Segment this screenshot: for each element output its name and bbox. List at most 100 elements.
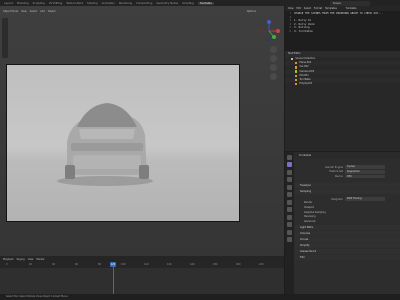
outliner-rows: Scene Collection Plane.001 Car.002 Camera.0… xyxy=(285,57,400,86)
frame-tick: 100 xyxy=(121,263,126,266)
modifier-tab-icon[interactable] xyxy=(287,207,292,212)
device-select[interactable]: CPU xyxy=(345,174,385,179)
timeline-menu-item[interactable]: Playback xyxy=(3,258,14,261)
film-panel[interactable]: Film xyxy=(295,255,400,261)
integrator-select[interactable]: Path Tracing xyxy=(345,197,385,201)
text-editor-menu-item[interactable]: Templates xyxy=(325,7,337,10)
viewport-menu-item[interactable]: Add xyxy=(40,10,45,13)
simplify-panel[interactable]: Simplify xyxy=(295,243,400,249)
physics-tab-icon[interactable] xyxy=(287,214,292,220)
frame-tick: 180 xyxy=(213,263,218,266)
frame-tick: 220 xyxy=(259,263,264,266)
render-tab-icon[interactable] xyxy=(287,162,292,167)
timeline-menu-item[interactable]: View xyxy=(28,258,34,261)
car-render xyxy=(57,103,153,186)
frame-tick: 140 xyxy=(167,263,172,266)
collection-icon xyxy=(291,57,294,61)
data-tab-icon[interactable] xyxy=(287,229,292,235)
view-layer-tab-icon[interactable] xyxy=(287,177,292,182)
viewport-menu-item[interactable]: View xyxy=(21,10,27,13)
render-engine-select[interactable]: Cycles xyxy=(345,165,385,170)
zoom-icon[interactable] xyxy=(270,46,277,53)
text-file-name[interactable]: Turntable xyxy=(346,7,357,10)
workspace-tab[interactable]: Animation xyxy=(102,2,115,5)
freestyle-panel[interactable]: Freestyle xyxy=(295,182,400,188)
scene-tab-icon[interactable] xyxy=(287,184,292,190)
text-editor-menu-item[interactable]: Edit xyxy=(296,7,300,10)
line-number: 6 xyxy=(289,29,291,33)
world-tab-icon[interactable] xyxy=(287,192,292,197)
text-editor-menu-item[interactable]: Format xyxy=(314,7,322,10)
workspace-tab[interactable]: Modeling xyxy=(17,2,29,5)
object-icon xyxy=(295,66,298,69)
viewport-nav-icons xyxy=(270,46,280,82)
advanced-subpanel[interactable]: Advanced xyxy=(295,220,400,225)
frame-tick: 80 xyxy=(98,263,102,266)
text-editor[interactable]: View Edit Select Format Templates Turntable 1… xyxy=(285,6,400,50)
scene-title: Turntable xyxy=(295,152,400,159)
timeline-tracks[interactable] xyxy=(0,268,284,294)
properties-editor[interactable]: Turntable Render Engine Cycles Feature S… xyxy=(285,152,400,294)
workspace-tab[interactable]: Sculpting xyxy=(33,2,45,5)
outliner-row-label: Empty.003 xyxy=(299,82,313,86)
outliner-row[interactable]: Empty.003 xyxy=(285,82,400,86)
properties-tabs xyxy=(285,152,294,294)
object-icon xyxy=(295,78,298,82)
workspace-tab[interactable]: Turntable xyxy=(197,1,214,5)
playhead-line xyxy=(113,267,114,295)
object-icon xyxy=(295,74,298,78)
workspace-tab[interactable]: Layout xyxy=(4,2,13,5)
timeline-menu-item[interactable]: Marker xyxy=(36,258,44,261)
grid-icon[interactable] xyxy=(270,73,277,80)
object-tab-icon[interactable] xyxy=(287,199,292,205)
camera-icon[interactable] xyxy=(270,64,277,71)
object-icon xyxy=(295,83,298,86)
camera-view xyxy=(6,64,240,222)
line-text: 4. Turntable xyxy=(294,29,313,33)
playhead[interactable]: 120 xyxy=(110,262,116,267)
options-button[interactable]: Options xyxy=(247,10,256,13)
curves-panel[interactable]: Curves xyxy=(295,237,400,243)
scene-selector[interactable]: Scene xyxy=(330,0,370,6)
feature-set-select[interactable]: Supported xyxy=(345,169,385,174)
line-text: CHANGE THE SCENES FROM THE DROPDOWN ABOV… xyxy=(294,12,384,15)
outliner[interactable]: Text Editor Scene Collection Plane.001 Car… xyxy=(285,51,400,151)
light-paths-panel[interactable]: Light Paths xyxy=(295,225,400,231)
volumes-panel[interactable]: Volumes xyxy=(295,231,400,237)
toolbar[interactable] xyxy=(2,18,8,58)
constraints-tab-icon[interactable] xyxy=(287,222,292,227)
frame-tick: 20 xyxy=(29,263,33,266)
grease-pencil-panel[interactable]: Grease Pencil xyxy=(295,249,400,255)
viewport-menu-item[interactable]: Select xyxy=(30,10,37,13)
text-line: 6 4. Turntable xyxy=(287,30,400,34)
workspace-tab[interactable]: Rendering xyxy=(119,2,132,5)
viewport-menu-item[interactable]: Object Mode xyxy=(3,10,18,13)
material-tab-icon[interactable] xyxy=(287,237,292,242)
frame-tick: 60 xyxy=(75,263,79,266)
frame-tick: 200 xyxy=(236,263,241,266)
workspace-tab[interactable]: Geometry Nodes xyxy=(156,2,178,5)
workspace-tab[interactable]: Scripting xyxy=(182,2,194,5)
object-icon xyxy=(295,62,298,65)
text-editor-menu-item[interactable]: View xyxy=(288,7,293,10)
workspace-tab[interactable]: Compositing xyxy=(136,2,152,5)
pan-icon[interactable] xyxy=(270,55,277,62)
output-tab-icon[interactable] xyxy=(287,169,292,175)
text-lines[interactable]: 1 CHANGE THE SCENES FROM THE DROPDOWN ABO… xyxy=(285,11,400,34)
workspace-tab[interactable]: UV Editing xyxy=(49,2,63,5)
text-editor-menu-item[interactable]: Select xyxy=(304,7,311,10)
workspace-tab[interactable]: Texture Paint xyxy=(66,2,83,5)
viewport-menu-item[interactable]: Object xyxy=(48,10,56,13)
frame-tick: 120 xyxy=(144,263,149,266)
workspace-tab[interactable]: Shading xyxy=(87,2,98,5)
tool-tab-icon[interactable] xyxy=(287,154,292,160)
timeline-menu-item[interactable]: Keying xyxy=(17,258,25,261)
properties-content: Turntable Render Engine Cycles Feature S… xyxy=(295,152,400,294)
frame-tick: 160 xyxy=(190,263,195,266)
frame-tick: 0 xyxy=(6,263,8,266)
navigation-gizmo[interactable] xyxy=(258,20,280,42)
camera-icon xyxy=(295,70,298,73)
viewport-header: Object Mode View Select Add Object Options xyxy=(0,6,284,16)
frame-tick: 40 xyxy=(52,263,56,266)
3d-viewport[interactable]: Object Mode View Select Add Object Options xyxy=(0,6,284,256)
